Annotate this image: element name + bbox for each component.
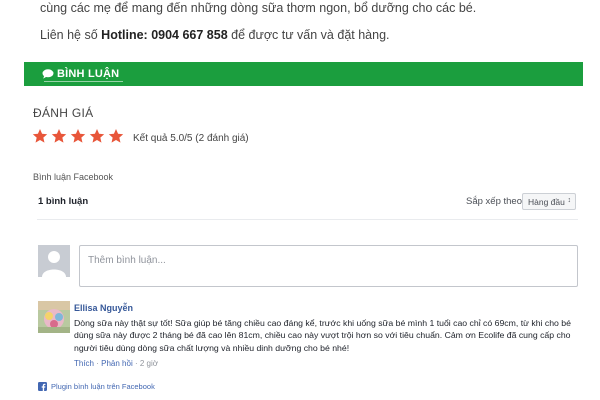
hotline-contact: Liên hệ số Hotline: 0904 667 858 để được… (40, 28, 390, 42)
comments-tab[interactable]: BÌNH LUẬN (40, 62, 125, 86)
rating-summary: Kết quả 5.0/5 (2 đánh giá) (133, 133, 249, 144)
commenter-avatar[interactable] (38, 301, 70, 333)
comment-icon (42, 69, 54, 79)
star-icon[interactable] (89, 128, 105, 144)
hotline-number[interactable]: 0904 667 858 (151, 28, 227, 42)
sort-label: Sắp xếp theo (466, 196, 522, 207)
sort-dropdown[interactable]: Hàng đầu ↕ (522, 193, 576, 210)
rating-stars[interactable] (32, 128, 124, 144)
star-icon[interactable] (70, 128, 86, 144)
rating-title: ĐÁNH GIÁ (33, 106, 94, 120)
hotline-label: Hotline: (101, 28, 148, 42)
star-icon[interactable] (108, 128, 124, 144)
reply-link[interactable]: Phản hồi (101, 359, 133, 368)
commenter-photo (38, 301, 70, 333)
comment-time[interactable]: 2 giờ (140, 359, 158, 368)
facebook-plugin-footer[interactable]: Plugin bình luận trên Facebook (38, 382, 155, 391)
default-avatar-icon (38, 245, 70, 277)
comment-text: Dòng sữa này thật sự tốt! Sữa giúp bé tă… (74, 318, 571, 353)
comment-input[interactable] (88, 255, 568, 266)
contact-suffix: để được tư vấn và đặt hàng. (227, 28, 390, 42)
facebook-comments-label: Bình luận Facebook (33, 172, 114, 182)
like-link[interactable]: Thích (74, 359, 94, 368)
star-icon[interactable] (32, 128, 48, 144)
current-user-avatar (38, 245, 70, 277)
comment-actions: Thích · Phản hồi · 2 giờ (74, 359, 158, 368)
star-icon[interactable] (51, 128, 67, 144)
facebook-icon (38, 382, 47, 391)
contact-prefix: Liên hệ số (40, 28, 102, 42)
article-intro-text: cùng các mẹ để mang đến những dòng sữa t… (40, 1, 477, 15)
divider (37, 219, 578, 220)
comment-author[interactable]: Ellisa Nguyễn (74, 303, 133, 313)
comments-section-title: BÌNH LUẬN (57, 68, 120, 80)
comment-count: 1 bình luận (38, 196, 89, 207)
sort-selected-value: Hàng đầu (528, 197, 565, 207)
plugin-link[interactable]: Plugin bình luận trên Facebook (51, 382, 155, 391)
comment-compose-box[interactable] (79, 245, 578, 287)
sort-arrows-icon: ↕ (567, 197, 572, 204)
comments-section-header: BÌNH LUẬN (24, 62, 583, 86)
